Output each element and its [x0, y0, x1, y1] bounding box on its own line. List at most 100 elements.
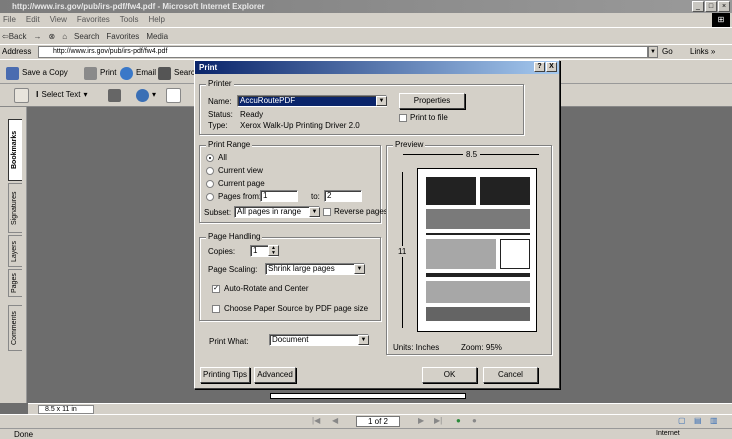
page-view-tool[interactable]: [166, 87, 181, 103]
tab-comments[interactable]: Comments: [8, 305, 22, 351]
hand-tool[interactable]: [14, 87, 29, 103]
page-preview: [417, 168, 537, 332]
range-pages-radio[interactable]: [206, 193, 214, 201]
printer-dropdown-icon[interactable]: ▼: [376, 96, 387, 106]
menu-view[interactable]: View: [50, 13, 67, 27]
maximize-button[interactable]: □: [705, 1, 717, 12]
printer-group: Printer Name: AccuRoutePDF ▼ Status: Rea…: [199, 79, 524, 135]
camera-icon: [108, 88, 121, 102]
save-copy-button[interactable]: Save a Copy: [6, 65, 68, 81]
email-button[interactable]: Email: [120, 65, 156, 81]
search-button[interactable]: Search: [74, 28, 99, 44]
home-button[interactable]: ⌂: [62, 28, 67, 44]
menu-favorites[interactable]: Favorites: [77, 13, 110, 27]
help-button[interactable]: ?: [534, 62, 545, 72]
range-current-view-radio[interactable]: [206, 167, 214, 175]
print-range-group: Print Range All Current view Current pag…: [199, 140, 388, 223]
print-what-dropdown-icon[interactable]: ▼: [358, 335, 369, 345]
preview-units: Units: Inches: [393, 343, 440, 352]
acrobat-status-bar: 8.5 x 11 in: [28, 403, 732, 414]
tab-signatures[interactable]: Signatures: [8, 183, 22, 233]
first-page-icon[interactable]: |◀: [312, 416, 320, 425]
dialog-title-bar: Print: [195, 61, 559, 74]
window-title: http://www.irs.gov/pub/irs-pdf/fw4.pdf -…: [12, 2, 265, 11]
cancel-button[interactable]: Cancel: [483, 367, 538, 383]
address-dropdown-icon[interactable]: ▼: [648, 46, 658, 58]
browser-status-bar: Done Internet: [0, 428, 732, 439]
print-to-file-checkbox[interactable]: [399, 114, 407, 122]
paper-source-checkbox[interactable]: [212, 305, 220, 313]
menu-tools[interactable]: Tools: [120, 13, 139, 27]
binoculars-icon: [158, 66, 171, 80]
dialog-title: Print: [199, 63, 218, 72]
save-icon: [6, 66, 19, 80]
subset-select[interactable]: All pages in range: [234, 206, 320, 218]
printer-name-select[interactable]: AccuRoutePDF: [237, 95, 387, 107]
last-page-icon[interactable]: ▶|: [434, 416, 442, 425]
tab-pages[interactable]: Pages: [8, 269, 22, 297]
properties-button[interactable]: Properties: [399, 93, 465, 109]
window-controls: _ □ ×: [692, 1, 730, 12]
favorites-button[interactable]: Favorites: [106, 28, 139, 44]
window-title-bar: http://www.irs.gov/pub/irs-pdf/fw4.pdf -…: [0, 0, 732, 13]
go-button[interactable]: Go: [662, 47, 673, 56]
minimize-button[interactable]: _: [692, 1, 704, 12]
auto-rotate-checkbox[interactable]: ✓: [212, 285, 220, 293]
print-what-select[interactable]: Document: [269, 334, 369, 346]
links-button[interactable]: Links »: [690, 47, 715, 56]
menu-file[interactable]: File: [3, 13, 16, 27]
range-all-radio[interactable]: [206, 154, 214, 162]
facing-page-icon[interactable]: ▥: [710, 416, 718, 425]
single-page-icon[interactable]: ▢: [678, 416, 686, 425]
windows-logo-icon: ⊞: [712, 13, 730, 27]
preview-group: Preview 8.5 11 Units: Inches Zoom: 95%: [386, 140, 552, 355]
preview-zoom: Zoom: 95%: [461, 343, 502, 352]
menu-edit[interactable]: Edit: [26, 13, 40, 27]
pages-from-input[interactable]: 1: [260, 190, 298, 202]
tab-layers[interactable]: Layers: [8, 235, 22, 267]
snapshot-tool[interactable]: [108, 87, 121, 103]
media-button[interactable]: Media: [146, 28, 168, 44]
pages-to-input[interactable]: 2: [324, 190, 362, 202]
stop-button[interactable]: ⊗: [49, 28, 56, 44]
subset-dropdown-icon[interactable]: ▼: [309, 207, 320, 217]
address-input[interactable]: http://www.irs.gov/pub/irs-pdf/fw4.pdf: [38, 46, 648, 58]
chevron-down-icon: ▾: [152, 90, 157, 99]
scaling-dropdown-icon[interactable]: ▼: [354, 264, 365, 274]
reverse-pages-checkbox[interactable]: [323, 208, 331, 216]
printing-tips-button[interactable]: Printing Tips: [200, 367, 250, 383]
back-button[interactable]: ⇦Back: [2, 28, 27, 44]
advanced-button[interactable]: Advanced: [254, 367, 296, 383]
ok-button[interactable]: OK: [422, 367, 477, 383]
previous-page-icon[interactable]: ◀: [332, 416, 338, 425]
address-bar: Address http://www.irs.gov/pub/irs-pdf/f…: [0, 44, 732, 59]
page-indicator[interactable]: 1 of 2: [356, 416, 400, 427]
print-button[interactable]: Print: [84, 65, 116, 81]
printer-icon: [84, 66, 97, 80]
previous-view-icon[interactable]: ●: [456, 416, 461, 425]
next-page-icon[interactable]: ▶: [418, 416, 424, 425]
page-handling-group: Page Handling Copies: 1 ▲ ▼ Page Scaling:…: [199, 232, 381, 321]
menu-bar: File Edit View Favorites Tools Help: [0, 13, 732, 27]
menu-help[interactable]: Help: [148, 13, 164, 27]
tab-bookmarks[interactable]: Bookmarks: [8, 119, 22, 181]
close-button[interactable]: ×: [718, 1, 730, 12]
page-size-display: 8.5 x 11 in: [38, 405, 94, 414]
select-text-tool[interactable]: 𝐈 Select Text ▾: [36, 87, 87, 103]
text-cursor-icon: 𝐈: [36, 90, 39, 99]
copies-stepper[interactable]: ▲ ▼: [268, 245, 279, 256]
forward-button[interactable]: →: [34, 28, 42, 44]
next-view-icon[interactable]: ●: [472, 416, 477, 425]
continuous-page-icon[interactable]: ▤: [694, 416, 702, 425]
zoom-tool[interactable]: ▾: [136, 87, 156, 103]
zoom-icon: [136, 88, 149, 102]
page-navigation-bar: |◀ ◀ 1 of 2 ▶ ▶| ● ● ▢ ▤ ▥: [0, 414, 732, 428]
browser-toolbar: ⇦Back → ⊗ ⌂ Search Favorites Media: [0, 27, 732, 44]
page-icon: [166, 87, 181, 103]
navigation-panel: Bookmarks Signatures Layers Pages Commen…: [0, 107, 27, 403]
range-current-page-radio[interactable]: [206, 180, 214, 188]
dialog-close-button[interactable]: X: [546, 62, 557, 72]
search-doc-button[interactable]: Searc: [158, 65, 195, 81]
page-scaling-select[interactable]: Shrink large pages: [265, 263, 365, 275]
chevron-down-icon: ▾: [83, 90, 88, 99]
